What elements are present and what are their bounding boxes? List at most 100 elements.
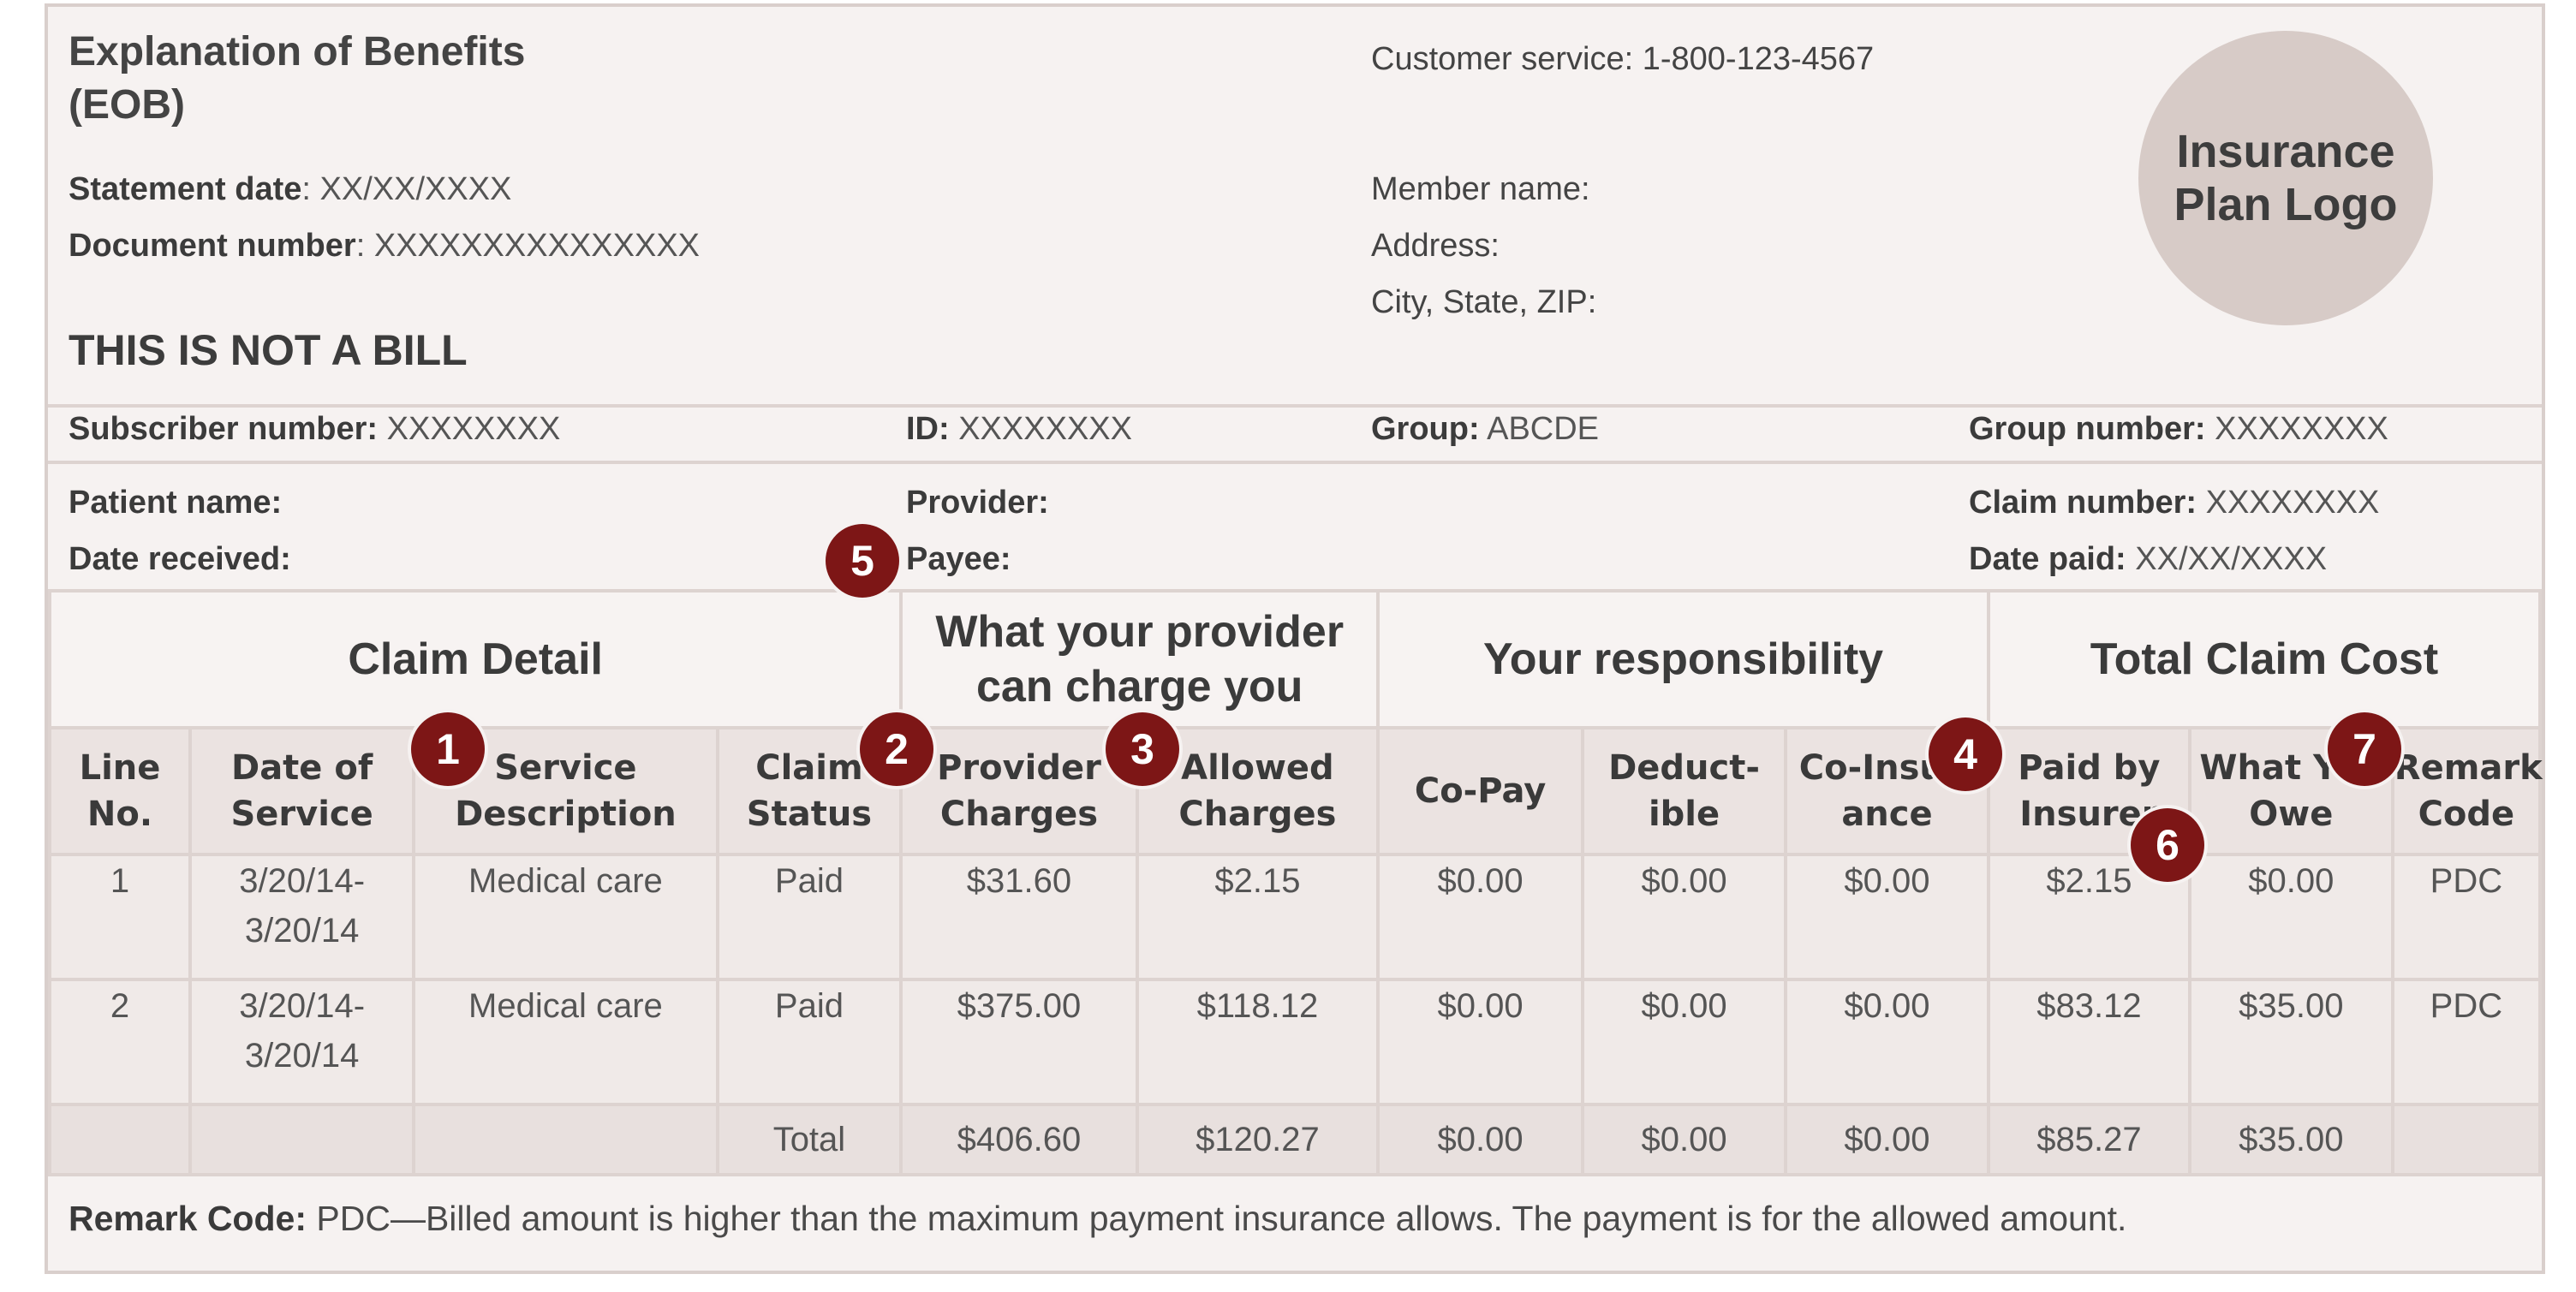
claim-number-value: XXXXXXXX [2197, 485, 2380, 521]
provider: Provider: [906, 485, 1049, 521]
total-row: Total $406.60 $120.27 $0.00 $0.00 $0.00 … [47, 1103, 2543, 1176]
remark-code-note: Remark Code: PDC—Billed amount is higher… [69, 1199, 2126, 1239]
claims-table: Claim Detail What your provider can char… [47, 589, 2543, 1176]
cell-provider-charges: $375.00 [899, 978, 1139, 1106]
callout-badge-1: 1 [411, 712, 485, 786]
cell-what-you-owe: $35.00 [2187, 978, 2394, 1106]
divider [48, 461, 2542, 464]
callout-badge-2: 2 [860, 712, 933, 786]
group: Group: ABCDE [1371, 411, 1599, 448]
cell-claim-status: Paid [715, 978, 903, 1106]
total-deductible: $0.00 [1581, 1103, 1787, 1176]
cell-provider-charges: $31.60 [899, 853, 1139, 981]
col-provider-charges: Provider Charges [899, 726, 1139, 856]
eob-document: Explanation of Benefits (EOB) Statement … [45, 3, 2545, 1274]
cell-date-of-service: 3/20/14-3/20/14 [188, 853, 416, 981]
cell-allowed-charges: $118.12 [1135, 978, 1380, 1106]
not-a-bill-notice: THIS IS NOT A BILL [69, 326, 468, 374]
group-number: Group number: XXXXXXXX [1969, 411, 2388, 448]
total-provider-charges: $406.60 [899, 1103, 1139, 1176]
group-total-claim-cost: Total Claim Cost [1986, 589, 2543, 729]
id-value: XXXXXXXX [949, 411, 1132, 447]
claim-number: Claim number: XXXXXXXX [1969, 485, 2379, 521]
group-label: Group: [1371, 411, 1480, 447]
cell-line-no: 1 [47, 853, 193, 981]
cell-co-insurance: $0.00 [1784, 853, 1990, 981]
statement-date: Statement date: XX/XX/XXXX [69, 171, 511, 208]
statement-date-label: Statement date [69, 171, 302, 207]
group-value: ABCDE [1479, 411, 1600, 447]
document-number-label: Document number [69, 228, 356, 264]
cell-co-pay: $0.00 [1376, 853, 1585, 981]
member-address: Address: [1371, 228, 1500, 264]
date-received: Date received: [69, 541, 291, 578]
date-paid-value: XX/XX/XXXX [2126, 541, 2328, 577]
cell-co-pay: $0.00 [1376, 978, 1585, 1106]
col-line-no: Line No. [47, 726, 193, 856]
member-city-state-zip: City, State, ZIP: [1371, 284, 1597, 320]
cell-deductible: $0.00 [1581, 978, 1787, 1106]
total-cell [2390, 1103, 2543, 1176]
total-what-you-owe: $35.00 [2187, 1103, 2394, 1176]
member-id: ID: XXXXXXXX [906, 411, 1132, 448]
date-paid: Date paid: XX/XX/XXXX [1969, 541, 2327, 578]
cell-allowed-charges: $2.15 [1135, 853, 1380, 981]
cell-paid-by-insurer: $83.12 [1986, 978, 2191, 1106]
callout-badge-3: 3 [1106, 712, 1179, 786]
table-row: 2 3/20/14-3/20/14 Medical care Paid $375… [47, 978, 2543, 1106]
cell-line-no: 2 [47, 978, 193, 1106]
cell-what-you-owe: $0.00 [2187, 853, 2394, 981]
customer-service: Customer service: 1-800-123-4567 [1371, 41, 1875, 77]
total-co-pay: $0.00 [1376, 1103, 1585, 1176]
cell-remark-code: PDC [2390, 978, 2543, 1106]
payee: Payee: [906, 541, 1011, 578]
document-number: Document number: XXXXXXXXXXXXXXX [69, 228, 700, 265]
payee-label: Payee: [906, 541, 1011, 577]
callout-badge-5: 5 [826, 524, 899, 598]
total-paid-by-insurer: $85.27 [1986, 1103, 2191, 1176]
insurance-plan-logo: Insurance Plan Logo [2138, 31, 2433, 325]
group-provider-charge: What your provider can charge you [899, 589, 1380, 729]
total-cell [412, 1103, 719, 1176]
cell-service-description: Medical care [412, 978, 719, 1106]
col-date-of-service: Date of Service [188, 726, 416, 856]
col-remark-code: Remark Code [2390, 726, 2543, 856]
provider-label: Provider: [906, 485, 1049, 521]
date-received-label: Date received: [69, 541, 291, 577]
subscriber-number: Subscriber number: XXXXXXXX [69, 411, 560, 448]
claim-number-label: Claim number: [1969, 485, 2197, 521]
total-cell [47, 1103, 193, 1176]
callout-badge-4: 4 [1929, 717, 2002, 791]
total-label: Total [715, 1103, 903, 1176]
cell-co-insurance: $0.00 [1784, 978, 1990, 1106]
divider [48, 404, 2542, 408]
remark-text: PDC—Billed amount is higher than the max… [306, 1199, 2127, 1238]
eob-title: Explanation of Benefits (EOB) [69, 26, 651, 132]
cell-service-description: Medical care [412, 853, 719, 981]
group-number-label: Group number: [1969, 411, 2206, 447]
col-deductible: Deduct-ible [1581, 726, 1787, 856]
callout-badge-6: 6 [2131, 808, 2204, 882]
document-number-value: : XXXXXXXXXXXXXXX [355, 228, 701, 264]
total-allowed-charges: $120.27 [1135, 1103, 1380, 1176]
total-co-insurance: $0.00 [1784, 1103, 1990, 1176]
subscriber-label: Subscriber number: [69, 411, 379, 447]
col-co-pay: Co-Pay [1376, 726, 1585, 856]
group-header-row: Claim Detail What your provider can char… [47, 589, 2543, 729]
id-label: ID: [906, 411, 950, 447]
date-paid-label: Date paid: [1969, 541, 2126, 577]
subscriber-value: XXXXXXXX [378, 411, 561, 447]
member-name: Member name: [1371, 171, 1590, 207]
logo-text: Insurance Plan Logo [2174, 126, 2398, 230]
statement-date-value: : XX/XX/XXXX [301, 171, 512, 207]
group-number-value: XXXXXXXX [2205, 411, 2388, 447]
total-cell [188, 1103, 416, 1176]
callout-badge-7: 7 [2328, 712, 2401, 786]
group-claim-detail: Claim Detail [47, 589, 903, 729]
cell-claim-status: Paid [715, 853, 903, 981]
title-text: Explanation of Benefits (EOB) [69, 29, 526, 128]
remark-label: Remark Code: [69, 1199, 307, 1238]
cell-remark-code: PDC [2390, 853, 2543, 981]
patient-name: Patient name: [69, 485, 282, 521]
cell-date-of-service: 3/20/14-3/20/14 [188, 978, 416, 1106]
